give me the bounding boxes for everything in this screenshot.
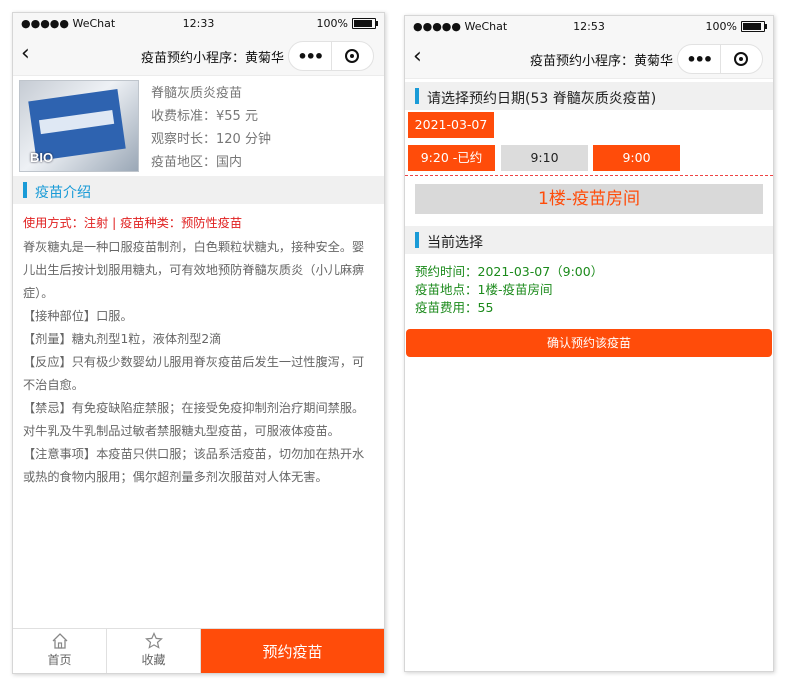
close-target-glyph [345, 49, 360, 63]
tab-home-label: 首页 [47, 653, 72, 667]
time-slot-selected[interactable]: 9:00 [593, 145, 680, 171]
battery-fill [354, 20, 372, 27]
intro-section-header: 疫苗介绍 [13, 176, 384, 204]
package-brand: BIO [30, 150, 54, 165]
current-section-title: 当前选择 [427, 235, 483, 251]
current-selection-details: 预约时间：2021-03-07（9:00） 疫苗地点：1楼-疫苗房间 疫苗费用：… [415, 263, 603, 317]
battery-percent: 100% [316, 17, 348, 30]
star-icon [107, 632, 200, 650]
product-summary: BIO 脊髓灰质炎疫苗 收费标准：¥55 元 观察时长：120 分钟 疫苗地区：… [13, 76, 384, 176]
package-label-strip [38, 109, 115, 135]
nav-title: 疫苗预约小程序：黄菊华 [529, 54, 673, 69]
intro-paragraph: 【反应】只有极少数婴幼儿服用脊灰疫苗后发生一过性腹泻，可不治自愈。 [23, 355, 365, 392]
book-vaccine-button[interactable]: 预约疫苗 [201, 629, 384, 673]
battery-icon [741, 21, 767, 32]
tab-favorite-label: 收藏 [141, 653, 166, 667]
product-price: 收费标准：¥55 元 [151, 109, 258, 124]
time-slot-booked[interactable]: 9:20 -已约 [408, 145, 495, 171]
home-icon [13, 632, 106, 650]
menu-capsule: ••• [677, 44, 763, 74]
confirm-booking-button[interactable]: 确认预约该疫苗 [406, 329, 772, 357]
bottom-tab-bar: 首页 收藏 预约疫苗 [13, 628, 384, 673]
menu-capsule: ••• [288, 41, 374, 71]
product-region: 疫苗地区：国内 [151, 155, 243, 170]
section-accent-bar [415, 88, 419, 104]
vaccine-image: BIO [19, 80, 139, 172]
selected-time: 预约时间：2021-03-07（9:00） [415, 264, 604, 279]
close-target-glyph [734, 52, 749, 66]
time-slot-available[interactable]: 9:10 [501, 145, 588, 171]
product-info: 脊髓灰质炎疫苗 收费标准：¥55 元 观察时长：120 分钟 疫苗地区：国内 [151, 82, 271, 174]
more-dots-icon[interactable]: ••• [289, 42, 332, 70]
selected-fee: 疫苗费用：55 [415, 300, 494, 315]
more-dots-icon[interactable]: ••• [678, 45, 721, 73]
usage-line: 使用方式：注射 | 疫苗种类：预防性疫苗 [23, 216, 243, 230]
date-section-header: 请选择预约日期(53 脊髓灰质炎疫苗) [405, 82, 773, 110]
divider [405, 175, 773, 176]
section-accent-bar [23, 182, 27, 198]
booking-screen: ●●●●● WeChat 12:53 100% ‹ 疫苗预约小程序：黄菊华 ••… [404, 15, 774, 672]
status-bar: ●●●●● WeChat 12:33 100% [13, 13, 384, 35]
target-close-icon[interactable] [332, 42, 374, 70]
battery-percent: 100% [705, 20, 737, 33]
date-section-title: 请选择预约日期(53 脊髓灰质炎疫苗) [427, 91, 657, 107]
product-name: 脊髓灰质炎疫苗 [151, 86, 243, 101]
chevron-left-icon[interactable]: ‹ [413, 44, 422, 70]
current-selection-header: 当前选择 [405, 226, 773, 254]
vaccine-introduction: 使用方式：注射 | 疫苗种类：预防性疫苗 脊灰糖丸是一种口服疫苗制剂，白色颗粒状… [13, 204, 384, 489]
tab-favorite[interactable]: 收藏 [107, 629, 201, 673]
intro-paragraph: 【注意事项】本疫苗只供口服；该品系活疫苗，切勿加在热开水或热的食物内服用；偶尔超… [23, 447, 365, 484]
product-duration: 观察时长：120 分钟 [151, 132, 271, 147]
intro-section-title: 疫苗介绍 [35, 185, 91, 201]
intro-paragraph: 脊灰糖丸是一种口服疫苗制剂，白色颗粒状糖丸，接种安全。婴儿出生后按计划服用糖丸，… [23, 240, 365, 300]
nav-bar: ‹ 疫苗预约小程序：黄菊华 ••• [405, 38, 773, 79]
section-accent-bar [415, 232, 419, 248]
battery-indicator: 100% [705, 20, 767, 33]
chevron-left-icon[interactable]: ‹ [21, 41, 30, 67]
intro-paragraph: 【禁忌】有免疫缺陷症禁服；在接受免疫抑制剂治疗期间禁服。对牛乳及牛乳制品过敏者禁… [23, 401, 365, 438]
nav-bar: ‹ 疫苗预约小程序：黄菊华 ••• [13, 35, 384, 76]
battery-indicator: 100% [316, 17, 378, 30]
battery-icon [352, 18, 378, 29]
date-chip[interactable]: 2021-03-07 [408, 112, 494, 138]
tab-home[interactable]: 首页 [13, 629, 107, 673]
intro-paragraph: 【接种部位】口服。 [23, 309, 133, 323]
target-close-icon[interactable] [721, 45, 763, 73]
nav-title: 疫苗预约小程序：黄菊华 [140, 51, 284, 66]
room-option[interactable]: 1楼-疫苗房间 [415, 184, 763, 214]
intro-paragraph: 【剂量】糖丸剂型1粒，液体剂型2滴 [23, 332, 222, 346]
vaccine-detail-screen: ●●●●● WeChat 12:33 100% ‹ 疫苗预约小程序：黄菊华 ••… [12, 12, 385, 674]
selected-place: 疫苗地点：1楼-疫苗房间 [415, 282, 553, 297]
status-bar: ●●●●● WeChat 12:53 100% [405, 16, 773, 38]
battery-fill [743, 23, 761, 30]
